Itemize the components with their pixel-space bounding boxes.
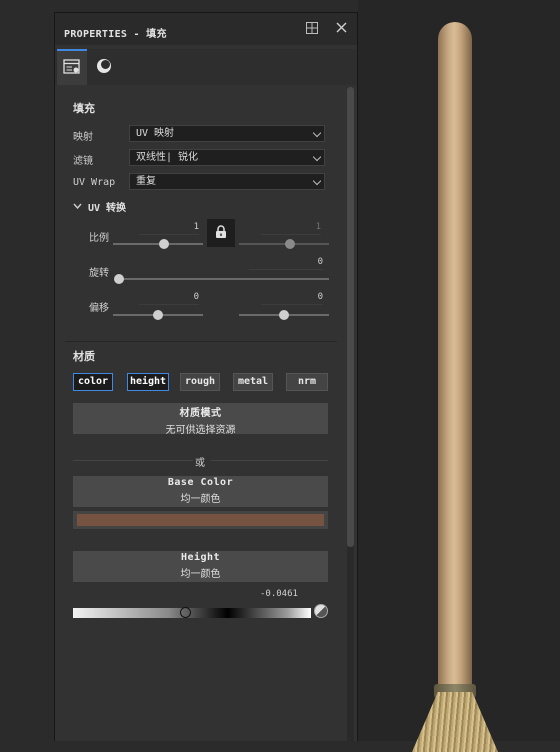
rotation-value[interactable]: 0 xyxy=(249,257,323,270)
chevron-down-icon xyxy=(312,176,322,186)
height-title: Height xyxy=(180,552,221,563)
scale-value-right[interactable]: 1 xyxy=(261,222,321,235)
uvwrap-dropdown[interactable]: 重复 xyxy=(129,173,325,190)
reset-value-icon[interactable] xyxy=(314,604,328,618)
material-mode-title: 材质模式 xyxy=(179,408,222,419)
scale-slider-right-track[interactable] xyxy=(239,243,329,245)
material-ball-icon xyxy=(96,58,112,77)
offset-value-left[interactable]: 0 xyxy=(139,292,199,305)
channel-rough-button[interactable]: rough xyxy=(180,373,220,391)
mapping-label: 映射 xyxy=(73,132,93,143)
base-color-header[interactable]: Base Color 均一颜色 xyxy=(73,476,328,507)
dock-icon[interactable] xyxy=(305,22,319,36)
rotation-slider-track[interactable] xyxy=(119,278,329,280)
panel-title: PROPERTIES - 填充 xyxy=(64,29,167,40)
scale-value-left[interactable]: 1 xyxy=(139,222,199,235)
channel-color-button[interactable]: color xyxy=(73,373,113,391)
lock-icon xyxy=(215,224,227,242)
filter-dropdown[interactable]: 双线性| 锐化 xyxy=(129,149,325,166)
base-color-title: Base Color xyxy=(167,477,234,488)
height-value[interactable]: -0.0461 xyxy=(260,589,298,599)
or-label: 或 xyxy=(195,458,205,469)
material-mode-button[interactable]: 材质模式 无可供选择资源 xyxy=(73,403,328,436)
uv-transform-title: UV 转换 xyxy=(88,203,127,214)
channel-height-button[interactable]: height xyxy=(127,373,169,391)
rotation-slider-thumb[interactable] xyxy=(114,274,124,284)
height-header[interactable]: Height 均一颜色 xyxy=(73,551,328,582)
scale-lock-button[interactable] xyxy=(207,219,235,247)
chevron-down-icon xyxy=(312,152,322,162)
scale-label: 比例 xyxy=(89,233,109,244)
or-divider-right xyxy=(211,460,328,461)
height-slider-thumb[interactable] xyxy=(179,607,191,618)
base-color-subtitle: 均一颜色 xyxy=(180,494,221,505)
base-color-swatch-fill xyxy=(77,514,324,526)
section-divider xyxy=(65,341,337,342)
scrollbar-thumb[interactable] xyxy=(347,87,354,547)
fill-section-title: 填充 xyxy=(73,102,95,115)
channel-metal-button[interactable]: metal xyxy=(233,373,273,391)
filter-label: 滤镜 xyxy=(73,156,93,167)
rotation-label: 旋转 xyxy=(89,268,109,279)
uv-transform-header[interactable]: UV 转换 xyxy=(73,199,126,214)
scale-slider-right-thumb[interactable] xyxy=(285,239,296,249)
chevron-down-icon xyxy=(73,201,82,212)
panel-tabbar xyxy=(55,49,357,85)
offset-label: 偏移 xyxy=(89,303,109,314)
or-divider-left xyxy=(73,460,193,461)
offset-slider-right-thumb[interactable] xyxy=(279,310,289,320)
height-subtitle: 均一颜色 xyxy=(180,569,221,580)
close-icon[interactable] xyxy=(334,22,348,36)
panel-titlebar: PROPERTIES - 填充 xyxy=(55,13,357,45)
properties-panel: PROPERTIES - 填充 填充 映射 UV 映射 滤镜 双线性| 锐化 U… xyxy=(54,12,358,742)
filter-value: 双线性| 锐化 xyxy=(136,152,199,163)
base-color-swatch[interactable] xyxy=(73,511,328,529)
channel-nrm-button[interactable]: nrm xyxy=(286,373,328,391)
uvwrap-value: 重复 xyxy=(136,176,156,187)
height-gradient-slider[interactable] xyxy=(73,608,311,618)
offset-slider-left-thumb[interactable] xyxy=(153,310,163,320)
broom-handle-model xyxy=(438,22,472,692)
mapping-dropdown[interactable]: UV 映射 xyxy=(129,125,325,142)
scale-slider-left-track[interactable] xyxy=(113,243,203,245)
panel-scrollbar[interactable] xyxy=(347,87,354,742)
chevron-down-icon xyxy=(312,128,322,138)
material-ball-tab[interactable] xyxy=(89,51,119,83)
scale-slider-left-thumb[interactable] xyxy=(159,239,170,249)
layer-settings-icon xyxy=(63,58,81,78)
material-section-title: 材质 xyxy=(73,350,95,363)
layer-properties-tab[interactable] xyxy=(57,49,87,85)
uvwrap-label: UV Wrap xyxy=(73,177,116,188)
mapping-value: UV 映射 xyxy=(136,128,175,139)
material-mode-subtitle: 无可供选择资源 xyxy=(165,425,236,436)
offset-value-right[interactable]: 0 xyxy=(261,292,323,305)
